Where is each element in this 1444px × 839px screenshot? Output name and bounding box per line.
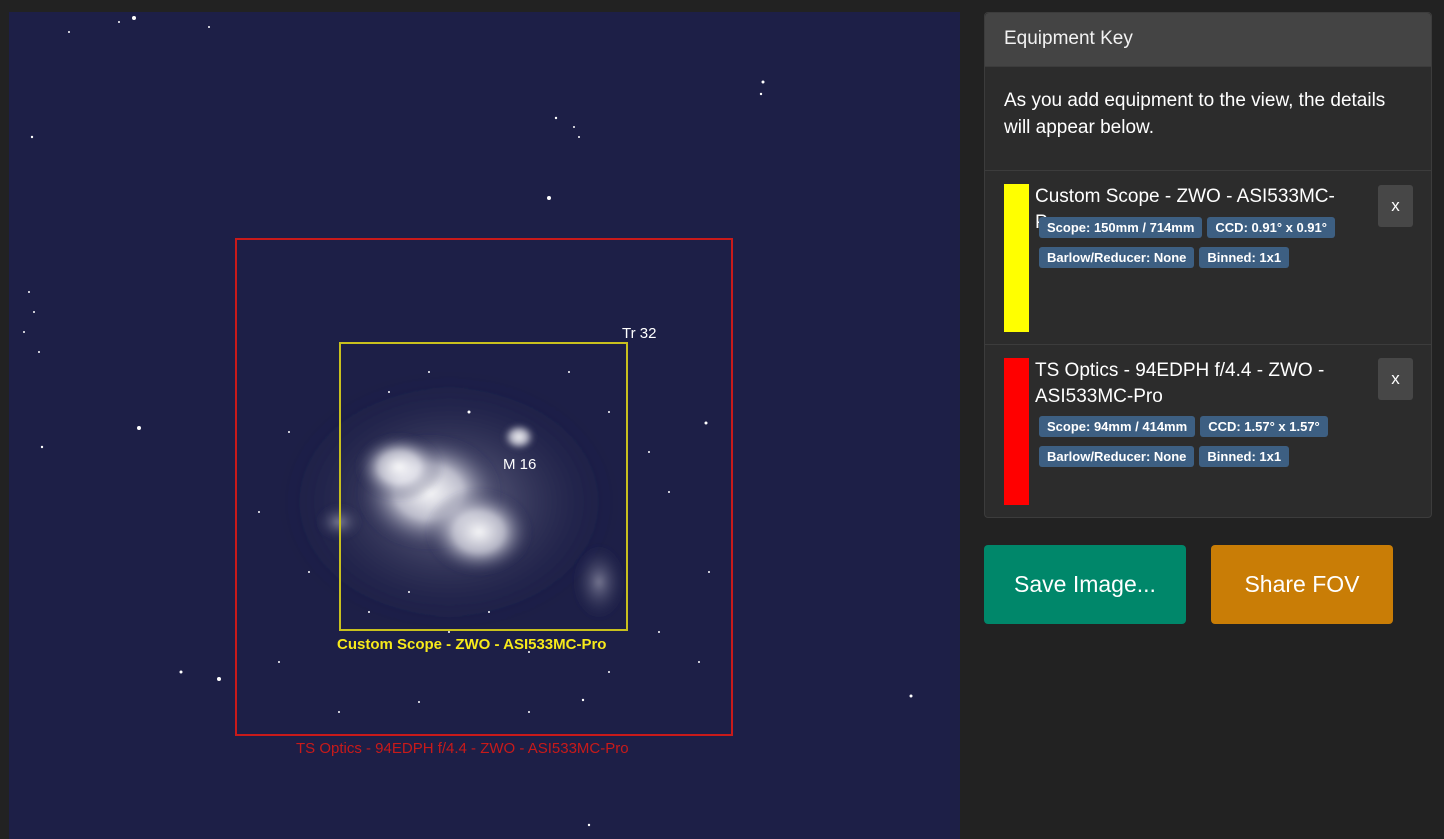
barlow-badge: Barlow/Reducer: None [1039,446,1195,467]
star [761,80,765,84]
star [759,92,763,96]
equipment-item-title: TS Optics - 94EDPH f/4.4 - ZWO - ASI533M… [1035,360,1325,407]
object-label-m16: M 16 [503,456,536,473]
star [408,591,410,593]
star [708,571,710,573]
star [338,711,340,713]
equipment-key-intro: As you add equipment to the view, the de… [985,67,1431,171]
star [587,823,591,827]
star [648,451,650,453]
star [658,631,660,633]
remove-equipment-button[interactable]: x [1378,358,1413,400]
star [38,351,40,353]
remove-equipment-button[interactable]: x [1378,185,1413,227]
nebula [279,372,627,632]
binned-badge: Binned: 1x1 [1199,446,1290,467]
star [30,135,34,139]
binned-badge: Binned: 1x1 [1199,247,1290,268]
star [388,391,390,393]
star [132,16,136,20]
scope-badge: Scope: 94mm / 414mm [1039,416,1196,437]
star [578,136,580,138]
barlow-badge: Barlow/Reducer: None [1039,247,1195,268]
sky-image: M 16 Tr 32 Custom Scope - ZWO - ASI533MC… [23,16,913,827]
equipment-item: Custom Scope - ZWO - ASI533MC-Pro Scope:… [985,171,1431,345]
object-label-tr32: Tr 32 [622,325,656,342]
star [368,611,370,613]
star [547,196,551,200]
star [40,445,44,449]
star [278,661,280,663]
sky-view[interactable]: M 16 Tr 32 Custom Scope - ZWO - ASI533MC… [9,12,960,839]
star [137,426,141,430]
star [208,26,210,28]
star [28,291,30,293]
star [581,698,585,702]
share-fov-button[interactable]: Share FOV [1211,545,1393,624]
star [488,611,490,613]
scope-badge: Scope: 150mm / 714mm [1039,217,1203,238]
badge-group: Scope: 150mm / 714mm CCD: 0.91° x 0.91° B… [1039,217,1369,277]
star [704,421,708,425]
star [308,571,310,573]
star [668,491,670,493]
star [909,694,913,698]
star [448,631,450,633]
star [608,411,610,413]
save-image-button[interactable]: Save Image... [984,545,1186,624]
fov-label-custom-scope: Custom Scope - ZWO - ASI533MC-Pro [337,636,606,653]
star [288,431,290,433]
star [68,31,70,33]
badge-group: Scope: 94mm / 414mm CCD: 1.57° x 1.57° Ba… [1039,416,1369,476]
equipment-key-panel: Equipment Key As you add equipment to th… [984,12,1432,518]
color-swatch [1004,184,1029,332]
star [554,116,558,120]
star [179,670,183,674]
ccd-badge: CCD: 1.57° x 1.57° [1200,416,1328,437]
star [568,371,570,373]
star [698,661,700,663]
star [118,21,120,23]
star [528,711,530,713]
color-swatch [1004,358,1029,505]
star [428,371,430,373]
star [608,671,610,673]
star [258,511,260,513]
star [33,311,35,313]
star [217,677,221,681]
star [418,701,420,703]
equipment-key-title: Equipment Key [985,13,1431,67]
fov-label-ts-optics: TS Optics - 94EDPH f/4.4 - ZWO - ASI533M… [296,740,629,757]
star [467,410,471,414]
star [23,331,25,333]
star [573,126,575,128]
ccd-badge: CCD: 0.91° x 0.91° [1207,217,1335,238]
equipment-item: TS Optics - 94EDPH f/4.4 - ZWO - ASI533M… [985,345,1431,517]
